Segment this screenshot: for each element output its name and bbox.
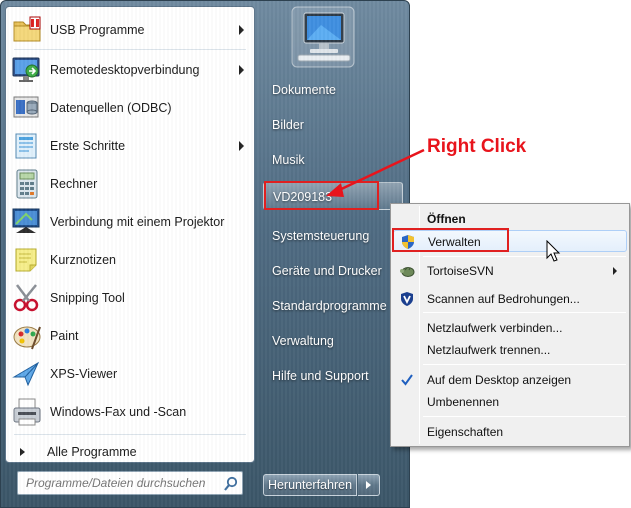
menu-separator (423, 312, 626, 313)
program-item-paint[interactable]: Paint (8, 318, 252, 354)
link-label: Verwaltung (272, 334, 334, 348)
link-label: Musik (272, 153, 305, 167)
menu-item-auf-dem-desktop-anzeigen[interactable]: Auf dem Desktop anzeigen (393, 369, 627, 391)
program-label: Datenquellen (ODBC) (50, 101, 172, 115)
link-hilfe-und-support[interactable]: Hilfe und Support (263, 362, 403, 390)
program-item-odbc[interactable]: Datenquellen (ODBC) (8, 90, 252, 126)
link-label: Systemsteuerung (272, 229, 370, 243)
menu-item-label: Auf dem Desktop anzeigen (427, 373, 572, 387)
link-systemsteuerung[interactable]: Systemsteuerung (263, 222, 403, 250)
menu-item-netzlaufwerk-trennen[interactable]: Netzlaufwerk trennen... (393, 339, 627, 361)
program-label: Snipping Tool (50, 291, 125, 305)
link-verwaltung[interactable]: Verwaltung (263, 327, 403, 355)
menu-separator (423, 256, 626, 257)
program-list-pane: USB Programme Remotedesktopverbindung Da… (5, 6, 255, 463)
submenu-arrow-icon (239, 141, 244, 151)
sticky-notes-icon (10, 243, 44, 277)
mouse-cursor-icon (546, 240, 561, 262)
link-label: Geräte und Drucker (272, 264, 382, 278)
menu-item-label: TortoiseSVN (427, 264, 494, 278)
link-label: Standardprogramme (272, 299, 387, 313)
shutdown-options-button[interactable] (358, 474, 380, 496)
annotation-highlight-computer (264, 181, 379, 210)
getting-started-icon (10, 129, 44, 163)
all-programs-label: Alle Programme (47, 445, 137, 459)
scissors-icon (10, 281, 44, 315)
menu-item-label: Netzlaufwerk trennen... (427, 343, 551, 357)
program-item-usb-programme[interactable]: USB Programme (8, 12, 252, 48)
search-area (5, 463, 255, 505)
program-item-windows-fax[interactable]: Windows-Fax und -Scan (8, 394, 252, 430)
menu-separator (423, 416, 626, 417)
program-item-projektor[interactable]: Verbindung mit einem Projektor (8, 204, 252, 240)
link-musik[interactable]: Musik (263, 146, 403, 174)
menu-item-label: Eigenschaften (427, 425, 504, 439)
link-standardprogramme[interactable]: Standardprogramme (263, 292, 403, 320)
odbc-datasource-icon (10, 91, 44, 125)
link-dokumente[interactable]: Dokumente (263, 76, 403, 104)
program-label: XPS-Viewer (50, 367, 118, 381)
program-label: Verbindung mit einem Projektor (50, 215, 225, 229)
divider (14, 434, 246, 435)
remote-desktop-icon (10, 53, 44, 87)
menu-separator (423, 364, 626, 365)
program-item-snipping-tool[interactable]: Snipping Tool (8, 280, 252, 316)
program-label: Kurznotizen (50, 253, 117, 267)
security-shield-icon (401, 292, 413, 306)
computer-picture-icon (290, 5, 356, 69)
annotation-highlight-verwalten (392, 228, 509, 252)
paint-palette-icon (10, 319, 44, 353)
link-geraete-und-drucker[interactable]: Geräte und Drucker (263, 257, 403, 285)
program-item-xps-viewer[interactable]: XPS-Viewer (8, 356, 252, 392)
program-item-rechner[interactable]: Rechner (8, 166, 252, 202)
program-label: Remotedesktopverbindung (50, 63, 200, 77)
program-label: Paint (50, 329, 79, 343)
menu-item-scannen[interactable]: Scannen auf Bedrohungen... (393, 288, 627, 310)
annotation-label: Right Click (427, 136, 527, 157)
menu-item-label: Scannen auf Bedrohungen... (427, 292, 580, 306)
menu-item-tortoisesvn[interactable]: TortoiseSVN (393, 260, 627, 282)
divider (14, 49, 246, 50)
link-label: Dokumente (272, 83, 336, 97)
shutdown-button[interactable]: Herunterfahren (263, 474, 357, 496)
submenu-arrow-icon (613, 267, 617, 275)
link-label: Bilder (272, 118, 304, 132)
program-item-kurznotizen[interactable]: Kurznotizen (8, 242, 252, 278)
checkmark-icon (401, 374, 413, 386)
submenu-arrow-icon (239, 65, 244, 75)
usb-folder-icon (10, 13, 44, 47)
projector-icon (10, 205, 44, 239)
search-input[interactable] (17, 471, 243, 495)
program-label: Windows-Fax und -Scan (50, 405, 187, 419)
program-label: Rechner (50, 177, 98, 191)
program-label: Erste Schritte (50, 139, 126, 153)
program-item-erste-schritte[interactable]: Erste Schritte (8, 128, 252, 164)
link-label: Hilfe und Support (272, 369, 369, 383)
menu-item-eigenschaften[interactable]: Eigenschaften (393, 421, 627, 443)
triangle-right-icon (20, 448, 25, 456)
menu-item-netzlaufwerk-verbinden[interactable]: Netzlaufwerk verbinden... (393, 317, 627, 339)
program-item-remotedesktop[interactable]: Remotedesktopverbindung (8, 52, 252, 88)
calculator-icon (10, 167, 44, 201)
menu-item-umbenennen[interactable]: Umbenennen (393, 391, 627, 413)
menu-item-oeffnen[interactable]: Öffnen (393, 208, 627, 230)
program-label: USB Programme (50, 23, 145, 37)
menu-item-label: Öffnen (427, 212, 466, 226)
menu-item-label: Umbenennen (427, 395, 500, 409)
submenu-arrow-icon (239, 25, 244, 35)
link-bilder[interactable]: Bilder (263, 111, 403, 139)
search-icon[interactable] (223, 476, 239, 492)
xps-viewer-icon (10, 357, 44, 391)
start-menu: USB Programme Remotedesktopverbindung Da… (0, 0, 410, 508)
fax-icon (10, 395, 44, 429)
tortoisesvn-icon (400, 267, 415, 277)
all-programs-button[interactable]: Alle Programme (8, 440, 252, 464)
menu-item-label: Netzlaufwerk verbinden... (427, 321, 563, 335)
